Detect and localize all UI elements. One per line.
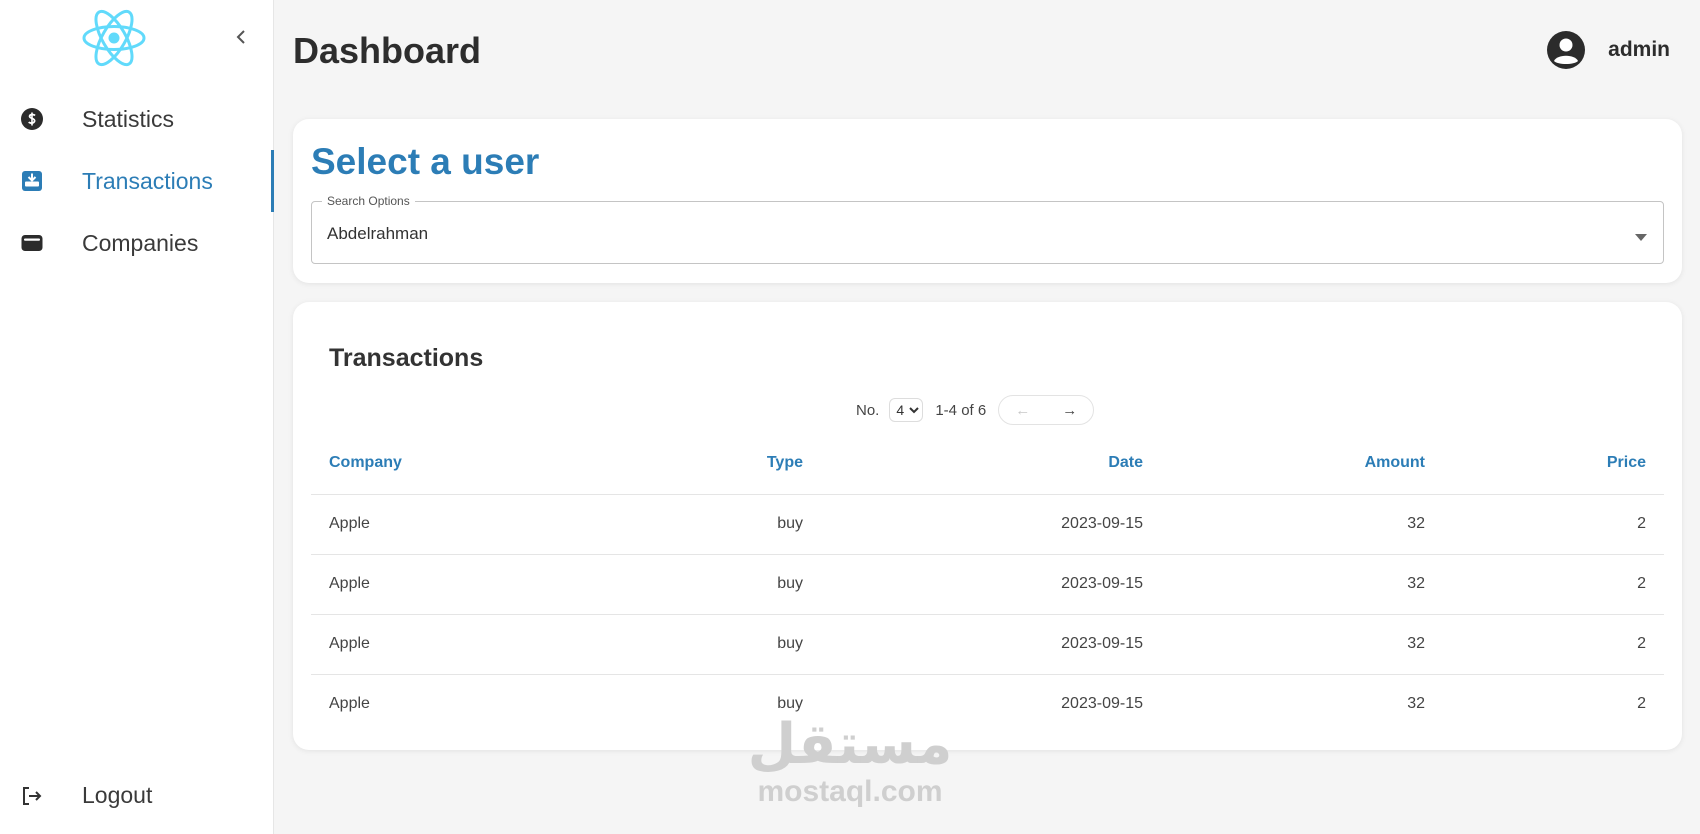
prev-page-button[interactable]: ← [1015,402,1030,419]
cell-amount: 32 [1407,695,1425,713]
user-select-dropdown[interactable]: Search Options Abdelrahman [311,194,1664,264]
dollar-circle-icon [20,107,44,131]
sidebar-item-label: Statistics [82,105,175,132]
username: admin [1608,38,1670,61]
watermark-latin: mostaql.com [757,775,943,808]
page-range: 1-4 of 6 [935,401,987,419]
next-page-button[interactable]: → [1062,402,1077,419]
cell-amount: 32 [1161,614,1443,675]
cell-type: buy [611,554,821,615]
table-row: Apple buy 2023-09-15 32 2 [311,614,1664,675]
caret-down-icon [1635,229,1647,241]
watermark: مستقل mostaql.com [740,715,960,809]
cell-price: 2 [1443,494,1664,555]
user-avatar-icon [1546,30,1586,70]
column-header-amount[interactable]: Amount [1161,432,1443,495]
table-header-row: Company Type Date Amount Price [311,432,1664,495]
inbox-download-icon [20,169,44,193]
wallet-icon [20,231,44,255]
table-row: Apple buy 2023-09-15 32 2 [311,554,1664,615]
logout-label: Logout [82,782,153,808]
cell-price: 2 [1443,614,1664,675]
sidebar-item-label: Companies [82,229,199,256]
transactions-title: Transactions [329,344,484,372]
cell-company: Apple [311,554,611,615]
chevron-left-icon [236,30,245,44]
sidebar-item-label: Transactions [82,167,213,194]
cell-amount: 32 [1161,554,1443,615]
sidebar: Statistics Transactions Companies Logout [0,0,274,834]
watermark-arabic: مستقل [747,712,953,777]
selected-user-value: Abdelrahman [327,224,429,243]
page-title: Dashboard [293,30,482,71]
column-header-date[interactable]: Date [821,432,1161,495]
sidebar-item-transactions[interactable]: Transactions [0,150,274,212]
cell-company: Apple [311,494,611,555]
table-row: Apple buy 2023-09-15 32 2 [311,674,1664,734]
sidebar-item-companies[interactable]: Companies [0,212,274,274]
cell-company: Apple [329,695,370,713]
cell-type: buy [611,494,821,555]
sidebar-item-statistics[interactable]: Statistics [0,88,274,150]
cell-price: 2 [1443,554,1664,615]
column-header-type[interactable]: Type [611,432,821,495]
logout-button[interactable]: Logout [0,766,274,826]
page-size-label: No. [856,401,880,419]
column-header-company[interactable]: Company [311,432,611,495]
transactions-card: Transactions No. 4 1-4 of 6 ← → Company … [293,302,1682,750]
column-header-price[interactable]: Price [1443,432,1664,495]
pagination: No. 4 1-4 of 6 ← → [856,394,1095,426]
page-nav: ← → [998,395,1095,425]
page-size-select[interactable]: 4 [889,398,924,422]
user-menu[interactable]: admin [1546,30,1670,70]
cell-amount: 32 [1161,494,1443,555]
cell-date: 2023-09-15 [821,494,1161,555]
transactions-table: Company Type Date Amount Price Apple buy… [311,432,1664,734]
cell-price: 2 [1637,695,1646,713]
table-row: Apple buy 2023-09-15 32 2 [311,494,1664,555]
select-user-title: Select a user [311,141,540,182]
cell-company: Apple [311,614,611,675]
logout-icon [20,784,44,808]
react-logo-icon [78,6,150,70]
cell-date: 2023-09-15 [821,554,1161,615]
cell-date: 2023-09-15 [821,614,1161,675]
sidebar-collapse-button[interactable] [226,22,256,52]
cell-type: buy [611,614,821,675]
search-options-label: Search Options [322,194,415,208]
select-user-card: Select a user Search Options Abdelrahman [293,119,1682,283]
